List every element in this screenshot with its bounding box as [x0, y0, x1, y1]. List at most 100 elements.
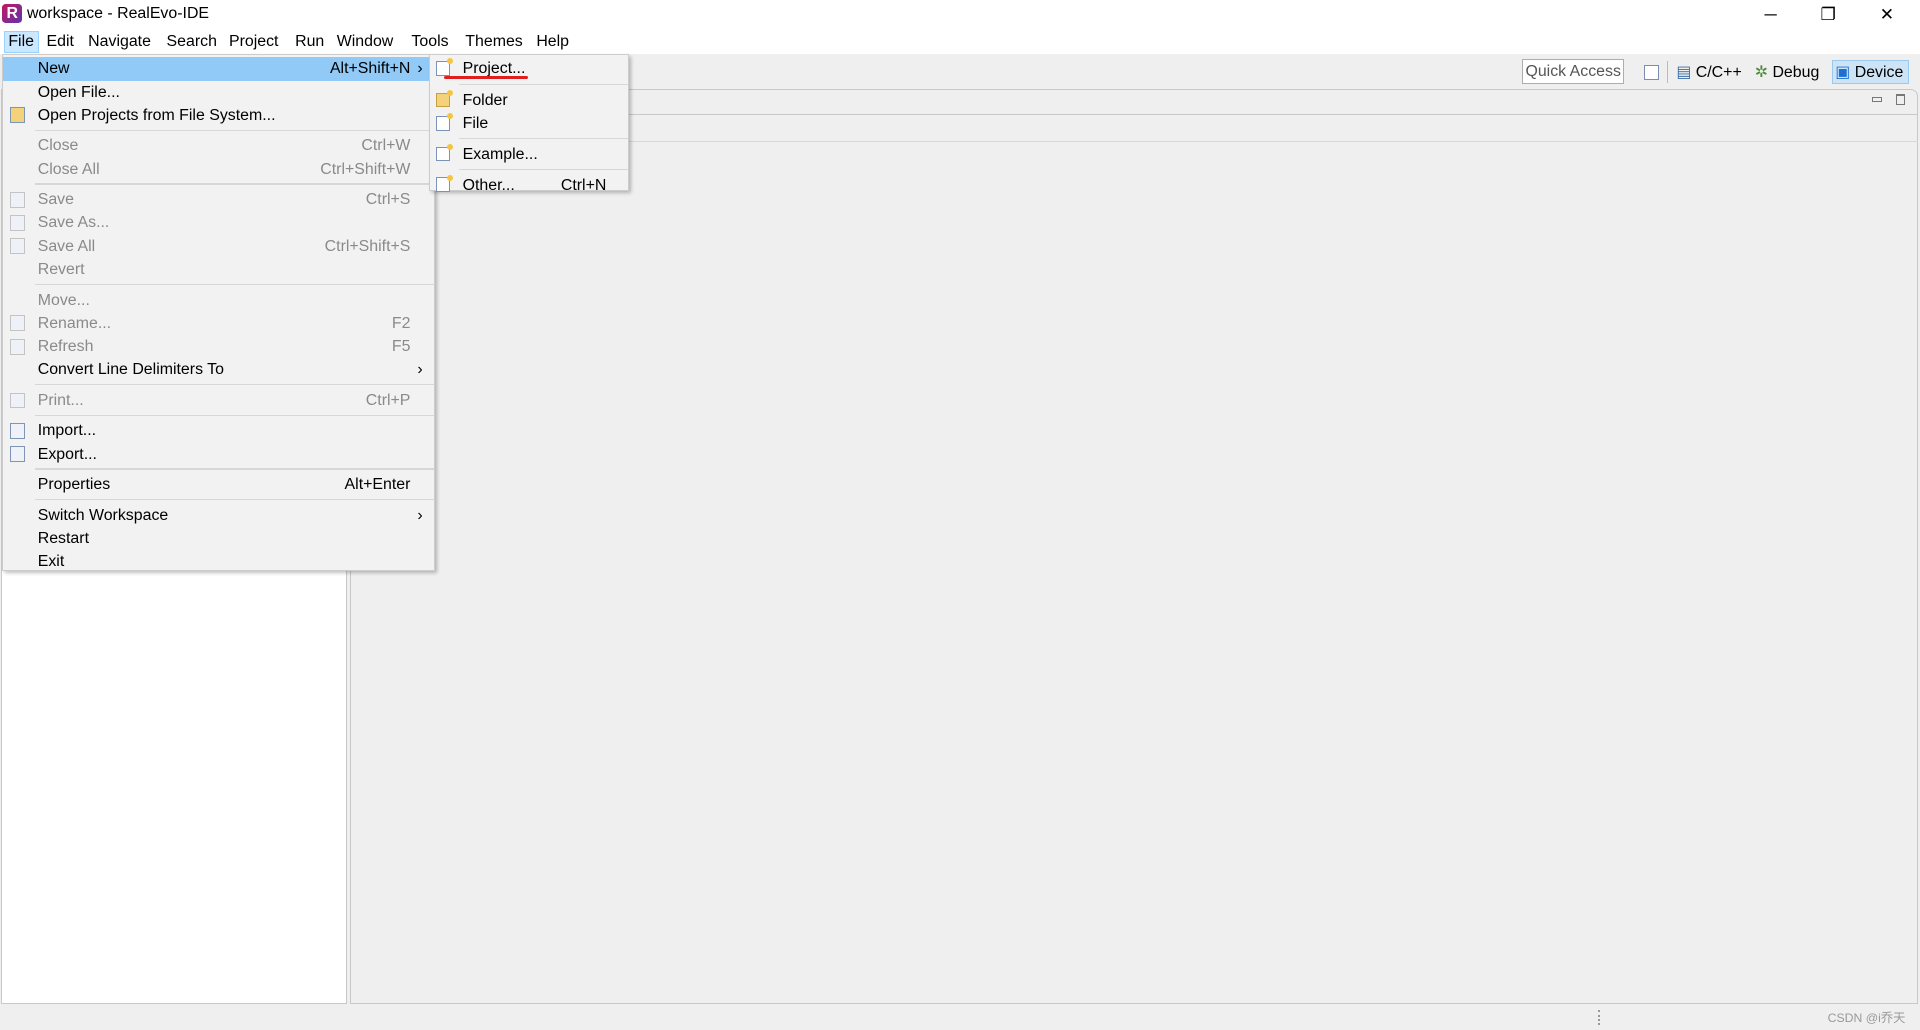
menu-run[interactable]: Run — [291, 31, 328, 53]
menu-item-label: Open File... — [37, 83, 120, 101]
menu-project[interactable]: Project — [225, 31, 282, 53]
shortcut-label: Ctrl+S — [365, 191, 411, 209]
menu-item-label: Save All — [37, 237, 96, 255]
menu-item-label: Example... — [462, 145, 538, 163]
menu-item-label: Restart — [37, 530, 89, 548]
menu-item-other[interactable]: Other... Ctrl+N — [430, 174, 629, 197]
status-bar: CSDN @i乔天 — [0, 1004, 1920, 1030]
shortcut-label: Ctrl+N — [560, 176, 607, 194]
editor-content — [350, 113, 1918, 1004]
menu-edit[interactable]: Edit — [43, 31, 78, 53]
folder-icon — [435, 90, 454, 108]
menu-item-refresh[interactable]: Refresh F5 — [3, 335, 433, 358]
menu-item-label: Other... — [462, 176, 515, 194]
menu-search[interactable]: Search — [163, 31, 221, 53]
menu-item-folder[interactable]: Folder — [430, 89, 629, 112]
project-icon — [435, 58, 454, 76]
quick-access-input[interactable]: Quick Access — [1522, 58, 1624, 85]
minimize-view-icon[interactable] — [1872, 96, 1883, 102]
refresh-icon — [9, 338, 26, 355]
menu-item-print[interactable]: Print... Ctrl+P — [3, 389, 433, 412]
shortcut-label: Alt+Shift+N — [329, 60, 411, 78]
perspective-label: Debug — [1772, 64, 1820, 82]
menu-item-import[interactable]: Import... — [3, 419, 433, 442]
menu-separator — [35, 383, 434, 386]
import-icon — [9, 423, 26, 440]
menu-file[interactable]: File — [3, 30, 39, 53]
menu-item-restart[interactable]: Restart — [3, 527, 433, 550]
save-icon — [9, 191, 26, 208]
menu-separator — [35, 498, 434, 501]
title-bar: R workspace - RealEvo-IDE ─ ❐ ✕ — [0, 0, 1920, 29]
folder-icon — [9, 107, 26, 124]
menu-item-new[interactable]: New Alt+Shift+N › — [3, 57, 434, 81]
menu-item-properties[interactable]: Properties Alt+Enter — [3, 473, 433, 496]
rename-icon — [9, 315, 26, 332]
cpp-perspective-icon: ▤ — [1676, 64, 1692, 82]
menu-item-label: Rename... — [37, 314, 112, 332]
menu-item-label: Close — [37, 137, 79, 155]
menu-item-label: Print... — [37, 391, 84, 409]
menu-item-label: Folder — [462, 92, 508, 110]
menu-window[interactable]: Window — [333, 31, 397, 53]
bug-icon: ✲ — [1754, 64, 1769, 82]
shortcut-label: Ctrl+Shift+S — [324, 237, 411, 255]
open-perspective-icon[interactable] — [1644, 64, 1660, 80]
close-button[interactable]: ✕ — [1859, 0, 1915, 28]
menu-separator — [458, 168, 629, 170]
export-icon — [9, 446, 26, 463]
menu-item-label: Open Projects from File System... — [37, 106, 276, 124]
menu-item-save[interactable]: Save Ctrl+S — [3, 188, 433, 211]
menu-item-label: Import... — [37, 422, 97, 440]
menu-item-save-as[interactable]: Save As... — [3, 211, 433, 234]
minimize-button[interactable]: ─ — [1742, 0, 1798, 28]
menu-item-revert[interactable]: Revert — [3, 258, 433, 281]
perspective-debug[interactable]: ✲ Debug — [1755, 61, 1820, 85]
menu-item-open-file[interactable]: Open File... — [3, 81, 433, 104]
shortcut-label: F5 — [391, 338, 411, 356]
maximize-view-icon[interactable] — [1895, 94, 1906, 106]
perspective-cpp[interactable]: ▤ C/C++ — [1676, 61, 1741, 85]
menu-item-move[interactable]: Move... — [3, 289, 433, 312]
shortcut-label: Alt+Enter — [344, 476, 411, 494]
menu-separator — [35, 468, 434, 470]
perspective-label: Device — [1854, 64, 1904, 81]
app-logo-icon: R — [2, 3, 23, 24]
menu-help[interactable]: Help — [533, 31, 573, 53]
menu-separator — [458, 84, 629, 86]
file-icon — [435, 113, 454, 131]
menu-navigate[interactable]: Navigate — [84, 31, 154, 53]
monitor-icon: ▣ — [1835, 64, 1851, 81]
window-title: workspace - RealEvo-IDE — [26, 4, 210, 22]
menu-themes[interactable]: Themes — [462, 31, 527, 53]
chevron-right-icon: › — [417, 361, 423, 379]
menu-bar: File Edit Navigate Search Project Run Window To… — [0, 28, 1920, 54]
restore-button[interactable]: ❐ — [1800, 0, 1856, 28]
menu-item-label: Close All — [37, 160, 100, 178]
menu-item-export[interactable]: Export... — [3, 443, 433, 466]
menu-item-save-all[interactable]: Save All Ctrl+Shift+S — [3, 235, 433, 258]
ide-window: R workspace - RealEvo-IDE ─ ❐ ✕ File Edit… — [0, 0, 1920, 1030]
menu-tools[interactable]: Tools — [408, 31, 452, 53]
menu-item-project[interactable]: Project... — [430, 57, 629, 81]
perspective-label: C/C++ — [1695, 64, 1742, 82]
menu-item-label: Move... — [37, 291, 90, 309]
new-submenu: Project... Folder File Example... Other... Ct… — [428, 53, 630, 194]
menu-item-label: Exit — [37, 553, 65, 571]
menu-item-close-all[interactable]: Close All Ctrl+Shift+W — [3, 158, 433, 181]
menu-item-label: File — [462, 115, 489, 133]
menu-item-rename[interactable]: Rename... F2 — [3, 312, 433, 335]
menu-item-convert-line-delimiters-to[interactable]: Convert Line Delimiters To › — [3, 358, 433, 381]
menu-item-open-projects-from-file-system[interactable]: Open Projects from File System... — [3, 104, 433, 127]
menu-item-label: Save — [37, 191, 74, 209]
menu-item-file[interactable]: File — [430, 112, 629, 135]
menu-item-switch-workspace[interactable]: Switch Workspace › — [3, 504, 433, 527]
menu-item-close[interactable]: Close Ctrl+W — [3, 134, 433, 157]
toolbar-divider — [1666, 61, 1668, 84]
menu-item-example[interactable]: Example... — [430, 143, 629, 166]
chevron-right-icon: › — [417, 506, 423, 524]
menu-item-exit[interactable]: Exit — [3, 550, 433, 573]
menu-item-label: Export... — [37, 445, 97, 463]
perspective-device[interactable]: ▣ Device — [1831, 60, 1910, 85]
shortcut-label: Ctrl+W — [361, 137, 411, 155]
